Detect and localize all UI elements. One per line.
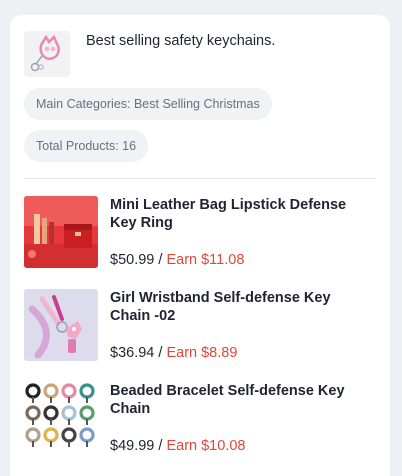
price-line: $49.99 / Earn $10.08 <box>110 438 362 454</box>
price-line: $36.94 / Earn $8.89 <box>110 345 362 361</box>
product-item[interactable]: Beaded Bracelet Self-defense Key Chain $… <box>24 382 380 456</box>
product-item[interactable]: Girl Wristband Self-defense Key Chain -0… <box>24 289 380 363</box>
main-category-chip[interactable]: Main Categories: Best Selling Christmas <box>24 88 272 120</box>
price-separator: / <box>158 345 163 361</box>
store-description: Best selling safety keychains. <box>86 33 276 49</box>
price-line: $50.99 / Earn $11.08 <box>110 252 362 268</box>
store-card: Best selling safety keychains. Main Cate… <box>10 15 390 476</box>
total-products-chip: Total Products: 16 <box>24 130 149 162</box>
earn-amount: Earn $11.08 <box>166 252 245 268</box>
product-image-beaded-bracelets[interactable] <box>24 382 98 454</box>
product-image-lipstick-bag[interactable] <box>24 196 98 268</box>
price-separator: / <box>158 252 163 268</box>
earn-amount: Earn $10.08 <box>166 438 246 454</box>
earn-amount: Earn $8.89 <box>166 345 238 361</box>
product-price: $36.94 <box>110 345 155 361</box>
product-image-wristband[interactable] <box>24 289 98 361</box>
divider <box>24 178 376 179</box>
store-header: Best selling safety keychains. <box>24 31 376 77</box>
lipstick-bag-photo <box>24 196 98 268</box>
product-title[interactable]: Beaded Bracelet Self-defense Key Chain <box>110 382 362 424</box>
cat-ear-keychain-icon <box>30 34 60 72</box>
beaded-bracelets-photo <box>24 382 98 454</box>
product-title[interactable]: Girl Wristband Self-defense Key Chain -0… <box>110 289 362 331</box>
product-price: $50.99 <box>110 252 155 268</box>
store-thumbnail[interactable] <box>24 31 70 77</box>
wristband-keychain-photo <box>24 289 98 361</box>
price-separator: / <box>158 438 163 454</box>
product-title[interactable]: Mini Leather Bag Lipstick Defense Key Ri… <box>110 196 362 238</box>
product-price: $49.99 <box>110 438 155 454</box>
product-item[interactable]: Mini Leather Bag Lipstick Defense Key Ri… <box>24 196 380 270</box>
